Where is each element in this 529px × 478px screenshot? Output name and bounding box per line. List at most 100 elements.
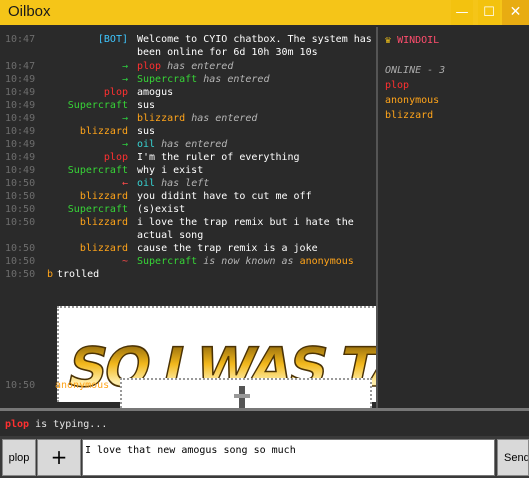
- arrow-out-icon: ←: [121, 178, 128, 189]
- event-text: has entered: [203, 74, 270, 85]
- message-time: 10:50: [5, 243, 36, 254]
- image-preview: [234, 386, 250, 408]
- event-text: has left: [161, 178, 210, 189]
- event-user: Supercraft: [137, 256, 198, 267]
- arrow-in-icon: →: [121, 139, 128, 150]
- message-author: Supercraft: [67, 100, 128, 111]
- message-text: amogus: [137, 87, 174, 98]
- chat-message: 10:50 blizzard i love the trap remix but…: [0, 216, 376, 242]
- arrow-in-icon: →: [121, 61, 128, 72]
- chat-message: 10:49 blizzard sus: [0, 125, 376, 138]
- shared-image-2[interactable]: [120, 378, 372, 408]
- window-title: Oilbox: [8, 3, 51, 20]
- online-header: ONLINE - 3: [385, 65, 446, 76]
- chat-message: 10:47 [BOT] Welcome to CYIO chatbox. The…: [0, 33, 376, 59]
- message-author: blizzard: [79, 126, 128, 137]
- typing-indicator: plop is typing...: [5, 419, 107, 430]
- sidebar: ♛ WINDOIL ONLINE - 3 plop anonymous bliz…: [380, 27, 529, 408]
- message-time: 10:50: [5, 256, 36, 267]
- event-user: oil: [137, 178, 156, 189]
- composer: plop + I love that new amogus song so mu…: [0, 436, 529, 478]
- message-time: 10:50: [5, 380, 36, 391]
- chat-message: 10:49 Supercraft why i exist: [0, 164, 376, 177]
- crown-icon: ♛: [385, 35, 392, 46]
- chat-event: 10:50 ← oil has left: [0, 177, 376, 190]
- message-author: b: [47, 269, 54, 280]
- message-author: blizzard: [79, 191, 128, 202]
- message-time: 10:49: [5, 165, 36, 176]
- chat-message: 10:50 blizzard you didint have to cut me…: [0, 190, 376, 203]
- message-time: 10:47: [5, 34, 36, 45]
- event-user: oil: [137, 139, 156, 150]
- arrow-in-icon: →: [121, 74, 128, 85]
- message-time: 10:50: [5, 178, 36, 189]
- add-button[interactable]: +: [37, 439, 81, 476]
- message-time: 10:49: [5, 100, 36, 111]
- message-text: cause the trap remix is a joke: [137, 243, 318, 254]
- typing-text: is typing...: [35, 419, 108, 430]
- message-text: sus: [137, 126, 156, 137]
- chat-message: 10:49 plop I'm the ruler of everything: [0, 151, 376, 164]
- username-button[interactable]: plop: [2, 439, 36, 476]
- message-author: plop: [103, 87, 128, 98]
- event-text: is now known as: [203, 256, 294, 267]
- event-text: has entered: [167, 61, 234, 72]
- message-author: blizzard: [79, 217, 128, 228]
- message-time: 10:50: [5, 217, 36, 228]
- message-text: you didint have to cut me off: [137, 191, 312, 202]
- message-text: Welcome to CYIO chatbox. The system has …: [137, 34, 372, 58]
- close-icon[interactable]: ✕: [502, 0, 529, 25]
- message-time: 10:49: [5, 113, 36, 124]
- message-author: blizzard: [79, 243, 128, 254]
- chat-event: 10:50 ~ Supercraft is now known as anony…: [0, 255, 376, 268]
- message-author: plop: [103, 152, 128, 163]
- chat-event: 10:49 → blizzard has entered: [0, 112, 376, 125]
- event-text: has entered: [161, 139, 228, 150]
- message-text: trolled: [57, 269, 100, 280]
- chat-event: 10:49 → oil has entered: [0, 138, 376, 151]
- message-time: 10:49: [5, 139, 36, 150]
- title-bar: Oilbox — ☐ ✕: [0, 0, 529, 25]
- message-text: why i exist: [137, 165, 204, 176]
- message-time: 10:50: [5, 191, 36, 202]
- online-user[interactable]: plop: [385, 80, 409, 91]
- event-user: blizzard: [137, 113, 186, 124]
- room-name: WINDOIL: [397, 35, 440, 46]
- message-text: I'm the ruler of everything: [137, 152, 300, 163]
- message-time: 10:50: [5, 269, 36, 280]
- arrow-in-icon: →: [121, 113, 128, 124]
- room-title: ♛ WINDOIL: [385, 35, 439, 46]
- typing-user: plop: [5, 419, 30, 430]
- chat-message: 10:49 Supercraft sus: [0, 99, 376, 112]
- message-author: Supercraft: [67, 165, 128, 176]
- message-time: 10:49: [5, 74, 36, 85]
- send-button[interactable]: Send: [497, 439, 529, 476]
- message-input[interactable]: I love that new amogus song so much: [82, 439, 495, 476]
- online-user[interactable]: anonymous: [385, 95, 439, 106]
- rename-icon: ~: [121, 256, 128, 267]
- message-author: Supercraft: [67, 204, 128, 215]
- chat-message: 10:50 Supercraft (s)exist: [0, 203, 376, 216]
- event-user: Supercraft: [137, 74, 198, 85]
- event-user: plop: [137, 61, 162, 72]
- chat-message: 10:49 plop amogus: [0, 86, 376, 99]
- chat-event: 10:47 → plop has entered: [0, 60, 376, 73]
- online-user[interactable]: blizzard: [385, 110, 433, 121]
- chat-event: 10:49 → Supercraft has entered: [0, 73, 376, 86]
- chat-message: 10:50 b trolled: [0, 268, 376, 281]
- event-text: has entered: [191, 113, 258, 124]
- message-author: anonymous: [55, 380, 110, 391]
- divider: [0, 408, 529, 411]
- message-text: sus: [137, 100, 156, 111]
- message-time: 10:49: [5, 152, 36, 163]
- message-text: i love the trap remix but i hate the act…: [137, 217, 354, 241]
- chat-message: 10:50 blizzard cause the trap remix is a…: [0, 242, 376, 255]
- chat-log[interactable]: 10:47 [BOT] Welcome to CYIO chatbox. The…: [0, 27, 378, 408]
- message-time: 10:50: [5, 204, 36, 215]
- message-time: 10:49: [5, 87, 36, 98]
- message-author: [BOT]: [97, 34, 128, 45]
- minimize-icon[interactable]: —: [451, 0, 473, 25]
- maximize-icon[interactable]: ☐: [478, 0, 500, 25]
- message-text: (s)exist: [137, 204, 186, 215]
- message-time: 10:47: [5, 61, 36, 72]
